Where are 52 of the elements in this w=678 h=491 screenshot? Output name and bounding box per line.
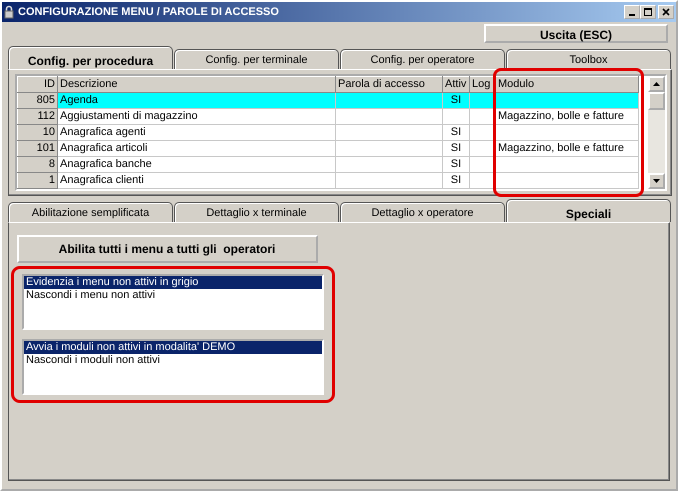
table-cell: SI bbox=[442, 156, 470, 172]
table-cell: SI bbox=[442, 140, 470, 156]
exit-button[interactable]: Uscita (ESC) bbox=[484, 24, 668, 43]
minimize-icon bbox=[629, 14, 635, 16]
column-header[interactable]: Parola di accesso bbox=[336, 76, 442, 92]
table-cell: Anagrafica banche bbox=[58, 156, 336, 172]
tab[interactable]: Config. per operatore bbox=[340, 48, 505, 69]
table-cell: Magazzino, bolle e fatture bbox=[496, 108, 638, 124]
tab[interactable]: Config. per procedura bbox=[8, 46, 173, 69]
table-cell: SI bbox=[442, 172, 470, 188]
scrollbar[interactable] bbox=[648, 76, 665, 189]
scroll-up-icon[interactable] bbox=[653, 82, 660, 86]
table-cell: 8 bbox=[18, 156, 58, 172]
close-icon bbox=[661, 7, 671, 17]
list-item[interactable]: Avvia i moduli non attivi in modalita' DEMO bbox=[24, 340, 322, 354]
column-header[interactable]: ID bbox=[18, 76, 58, 92]
table-cell: Anagrafica clienti bbox=[58, 172, 336, 188]
table-cell: 1 bbox=[18, 172, 58, 188]
tab[interactable]: Abilitazione semplificata bbox=[8, 202, 173, 222]
maximize-icon bbox=[643, 7, 653, 17]
column-header[interactable]: Modulo bbox=[496, 76, 638, 92]
table-cell: Anagrafica articoli bbox=[58, 140, 336, 156]
tab[interactable]: Config. per terminale bbox=[174, 48, 339, 69]
list-item[interactable]: Evidenzia i menu non attivi in grigio bbox=[24, 276, 322, 288]
tab[interactable]: Dettaglio x operatore bbox=[340, 202, 505, 222]
enable-all-button[interactable]: Abilita tutti i menu a tutti gli operatori bbox=[16, 234, 318, 263]
scroll-thumb[interactable] bbox=[648, 92, 665, 110]
lock-icon bbox=[4, 5, 14, 19]
table-cell: 112 bbox=[18, 108, 58, 124]
table-cell: Aggiustamenti di magazzino bbox=[58, 108, 336, 124]
tab[interactable]: Speciali bbox=[506, 198, 671, 222]
window-title: CONFIGURAZIONE MENU / PAROLE DI ACCESSO bbox=[18, 4, 279, 20]
list-box[interactable]: Avvia i moduli non attivi in modalita' DEMO Nascondi i moduli non attivi bbox=[22, 338, 324, 394]
list-box[interactable]: Evidenzia i menu non attivi in grigio Nascondi i menu non attivi bbox=[22, 274, 324, 330]
tab[interactable]: Toolbox bbox=[506, 48, 671, 69]
table-cell: 101 bbox=[18, 140, 58, 156]
table-cell: 10 bbox=[18, 124, 58, 140]
list-item[interactable]: Nascondi i moduli non attivi bbox=[24, 354, 322, 366]
maximize-button[interactable] bbox=[640, 5, 656, 19]
column-header[interactable]: Attiv bbox=[442, 76, 470, 92]
table-cell: Agenda bbox=[58, 92, 336, 108]
table-cell: Anagrafica agenti bbox=[58, 124, 336, 140]
close-button[interactable] bbox=[658, 5, 674, 19]
table-cell: SI bbox=[442, 92, 470, 108]
list-item[interactable]: Nascondi i menu non attivi bbox=[24, 288, 322, 302]
table-cell: 805 bbox=[18, 92, 58, 108]
table-cell: SI bbox=[442, 124, 470, 140]
table-cell: Magazzino, bolle e fatture bbox=[496, 140, 638, 156]
column-header[interactable]: Descrizione bbox=[58, 76, 336, 92]
tab[interactable]: Dettaglio x terminale bbox=[174, 202, 339, 222]
minimize-button[interactable] bbox=[624, 5, 640, 19]
scroll-down-icon[interactable] bbox=[653, 178, 660, 183]
